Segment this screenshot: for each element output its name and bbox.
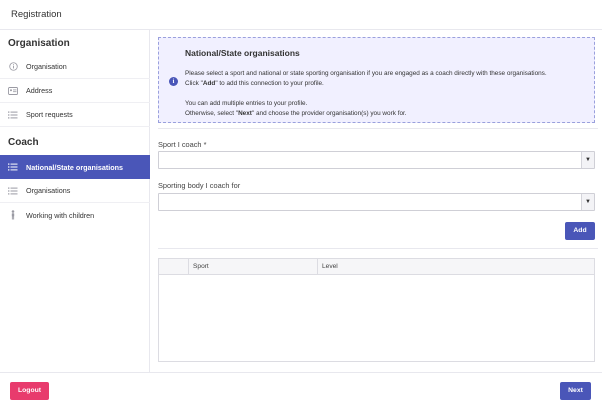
column-header-level: Level bbox=[317, 259, 594, 275]
info-line-1: Please select a sport and national or st… bbox=[185, 70, 547, 77]
column-header-select bbox=[159, 259, 188, 275]
divider bbox=[158, 248, 598, 249]
coach-section-title: Coach bbox=[8, 137, 39, 148]
info-icon: i bbox=[169, 77, 178, 86]
logout-button[interactable]: Logout bbox=[10, 382, 49, 400]
sidebar-item-label: Organisation bbox=[26, 62, 67, 71]
list-icon bbox=[8, 162, 18, 172]
divider bbox=[158, 128, 598, 129]
next-button[interactable]: Next bbox=[560, 382, 591, 400]
info-line-2: Click "Add" to add this connection to yo… bbox=[185, 80, 324, 87]
list-icon bbox=[8, 110, 18, 120]
sidebar-item-address[interactable]: Address bbox=[0, 79, 150, 103]
sidebar-item-label: Sport requests bbox=[26, 110, 73, 119]
column-header-sport: Sport bbox=[188, 259, 317, 275]
sport-label: Sport I coach * bbox=[158, 140, 207, 149]
table-header: Sport Level bbox=[159, 259, 594, 275]
sidebar: Organisation Organisation Address Sport … bbox=[0, 30, 150, 372]
sidebar-item-sport-requests[interactable]: Sport requests bbox=[0, 103, 150, 127]
info-heading: National/State organisations bbox=[185, 48, 300, 58]
footer: Logout Next bbox=[0, 372, 602, 406]
organisation-section-title: Organisation bbox=[8, 38, 70, 49]
sidebar-item-label: Working with children bbox=[26, 210, 95, 220]
sidebar-item-label: National/State organisations bbox=[26, 162, 124, 172]
info-circle-icon bbox=[8, 62, 18, 72]
child-icon bbox=[8, 210, 18, 220]
add-button[interactable]: Add bbox=[565, 222, 595, 240]
sporting-body-select[interactable]: ▼ bbox=[158, 193, 595, 211]
sport-table: Sport Level bbox=[158, 258, 595, 362]
sidebar-item-working-with-children[interactable]: Working with children bbox=[0, 203, 150, 227]
top-bar: Registration bbox=[0, 0, 602, 30]
sport-select[interactable]: ▼ bbox=[158, 151, 595, 169]
caret-down-icon[interactable]: ▼ bbox=[581, 152, 594, 168]
registration-page: Registration Organisation Organisation A… bbox=[0, 0, 602, 406]
caret-down-icon[interactable]: ▼ bbox=[581, 194, 594, 210]
sidebar-item-organisation[interactable]: Organisation bbox=[0, 55, 150, 79]
sidebar-item-organisations[interactable]: Organisations bbox=[0, 179, 150, 203]
info-line-3: You can add multiple entries to your pro… bbox=[185, 100, 308, 107]
info-panel: National/State organisations i Please se… bbox=[158, 37, 595, 123]
address-card-icon bbox=[8, 86, 18, 96]
sidebar-item-label: Organisations bbox=[26, 186, 71, 195]
page-title: Registration bbox=[11, 9, 62, 20]
sidebar-item-label: Address bbox=[26, 86, 53, 95]
sidebar-item-national-state-organisations[interactable]: National/State organisations bbox=[0, 155, 150, 179]
sporting-body-label: Sporting body I coach for bbox=[158, 181, 241, 190]
list-icon bbox=[8, 186, 18, 196]
info-line-4: Otherwise, select "Next" and choose the … bbox=[185, 110, 407, 117]
